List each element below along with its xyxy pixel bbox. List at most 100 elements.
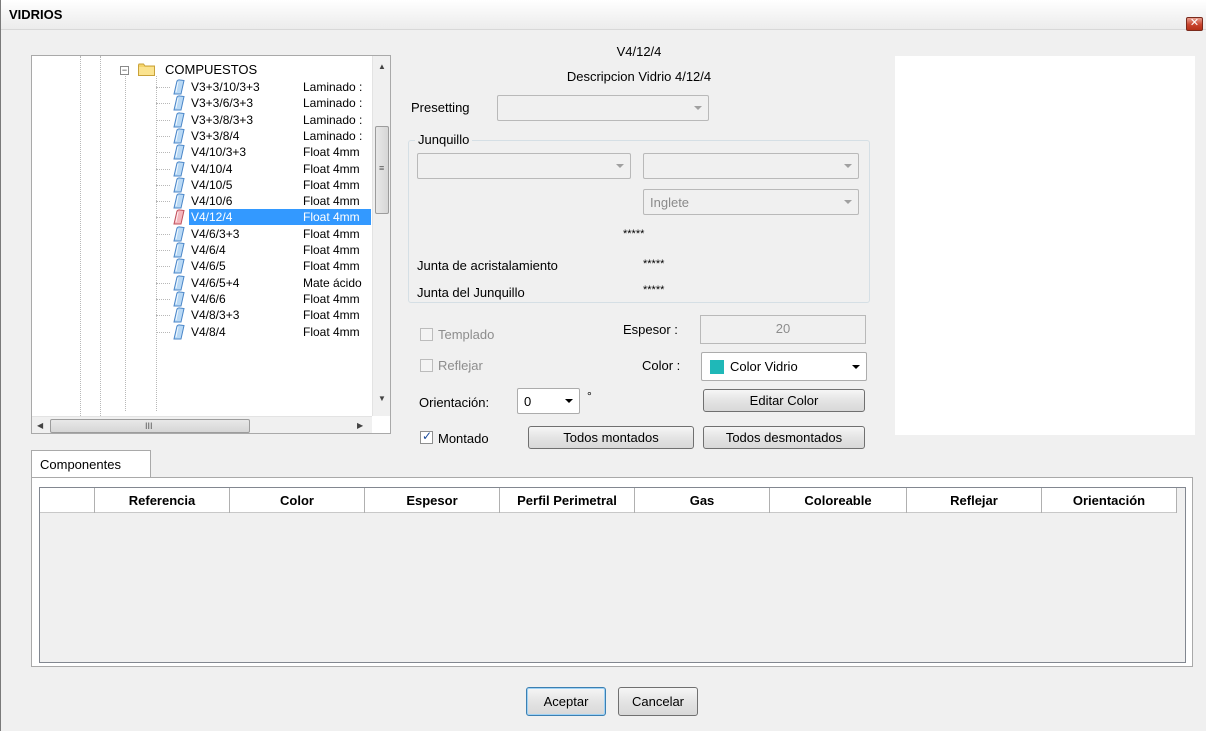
tree-connector bbox=[156, 87, 170, 88]
column-coloreable[interactable]: Coloreable bbox=[770, 488, 907, 513]
glass-pane-icon bbox=[173, 111, 185, 128]
junquillo-profile-select[interactable] bbox=[643, 153, 859, 179]
presetting-select[interactable] bbox=[497, 95, 709, 121]
tree-item[interactable]: V4/6/3+3 Float 4mm bbox=[32, 226, 377, 242]
glass-pane-icon bbox=[173, 144, 185, 160]
tree-item[interactable]: V4/6/5 Float 4mm bbox=[32, 258, 377, 274]
folder-label: COMPUESTOS bbox=[165, 62, 258, 77]
column-reflejar[interactable]: Reflejar bbox=[907, 488, 1042, 513]
chevron-down-icon bbox=[844, 164, 852, 168]
orientacion-label: Orientación: bbox=[419, 395, 490, 410]
todos-montados-button[interactable]: Todos montados bbox=[528, 426, 694, 449]
junta-junquillo-value: ***** bbox=[643, 284, 665, 296]
aceptar-button[interactable]: Aceptar bbox=[526, 687, 606, 716]
tree-connector bbox=[156, 266, 170, 268]
column-perfil-perimetral[interactable]: Perfil Perimetral bbox=[500, 488, 635, 513]
reflejar-checkbox[interactable] bbox=[420, 359, 433, 372]
tab-componentes[interactable]: Componentes bbox=[31, 450, 151, 478]
chevron-down-icon bbox=[852, 365, 860, 369]
tree-item-description: Float 4mm bbox=[303, 259, 360, 274]
color-swatch bbox=[710, 360, 724, 374]
tree-connector bbox=[156, 135, 170, 137]
grip-icon: ≡ bbox=[379, 163, 385, 173]
scroll-down-icon[interactable]: ▼ bbox=[378, 394, 386, 403]
glass-pane-icon bbox=[173, 291, 185, 307]
editar-color-button[interactable]: Editar Color bbox=[703, 389, 865, 412]
scroll-right-icon[interactable]: ▶ bbox=[357, 421, 363, 430]
tree-item[interactable]: V4/6/5+4 Mate ácido bbox=[32, 274, 377, 291]
tree-item[interactable]: V4/6/6 Float 4mm bbox=[32, 291, 377, 307]
tree-item[interactable]: V3+3/8/4 Laminado : bbox=[32, 128, 377, 144]
tree-item[interactable]: V4/10/4 Float 4mm bbox=[32, 160, 377, 177]
scrollbar-thumb[interactable]: ≡ bbox=[375, 126, 389, 214]
tree-connector bbox=[156, 315, 170, 317]
tree-item[interactable]: V3+3/8/3+3 Laminado : bbox=[32, 111, 377, 128]
tree-item[interactable]: V4/10/3+3 Float 4mm bbox=[32, 144, 377, 160]
montado-checkbox[interactable]: ✓ bbox=[420, 429, 433, 444]
tree-connector bbox=[156, 250, 170, 251]
color-value: Color Vidrio bbox=[730, 359, 798, 374]
column-gas[interactable]: Gas bbox=[635, 488, 770, 513]
close-button[interactable]: ✕ bbox=[1186, 17, 1203, 31]
glass-tree[interactable]: − COMPUESTOS V3+3/10/3+3 Laminado : V3+3/6… bbox=[31, 55, 391, 434]
column-color[interactable]: Color bbox=[230, 488, 365, 513]
tree-item-name: V4/6/6 bbox=[191, 291, 226, 306]
presetting-label: Presetting bbox=[411, 100, 470, 115]
tree-item[interactable]: V3+3/10/3+3 Laminado : bbox=[32, 79, 377, 95]
componentes-table[interactable]: Referencia Color Espesor Perfil Perimetr… bbox=[39, 487, 1186, 663]
tree-item-name: V3+3/6/3+3 bbox=[191, 96, 254, 111]
tree-item-description: Float 4mm bbox=[303, 308, 360, 323]
tree-item[interactable]: V4/10/6 Float 4mm bbox=[32, 193, 377, 209]
tree-item-description: Laminado : bbox=[303, 96, 363, 111]
tree-item-description: Float 4mm bbox=[303, 194, 360, 209]
column-referencia[interactable]: Referencia bbox=[95, 488, 230, 513]
glass-pane-icon bbox=[173, 177, 185, 193]
tree-connector bbox=[156, 331, 170, 333]
glass-pane-icon bbox=[173, 323, 185, 339]
tree-item-description: Laminado : bbox=[303, 112, 363, 127]
glass-pane-icon bbox=[173, 242, 185, 258]
espesor-field[interactable]: 20 bbox=[700, 315, 866, 344]
junquillo-stars: ***** bbox=[623, 228, 645, 240]
tree-item[interactable]: V4/12/4 Float 4mm bbox=[32, 209, 377, 226]
tree-item[interactable]: V4/6/4 Float 4mm bbox=[32, 242, 377, 258]
tree-connector bbox=[156, 201, 170, 203]
tree-item-description: Float 4mm bbox=[303, 291, 360, 306]
vidrios-dialog: VIDRIOS ✕ − COMPUESTOS V3+3/10/3+3 Lamina… bbox=[0, 0, 1206, 731]
tree-item[interactable]: V4/8/4 Float 4mm bbox=[32, 323, 377, 340]
folder-icon bbox=[138, 63, 155, 76]
glass-pane-icon bbox=[173, 209, 185, 225]
tree-item-name: V4/10/3+3 bbox=[191, 145, 247, 160]
scrollbar-thumb[interactable]: III bbox=[50, 419, 250, 433]
glass-pane-icon bbox=[173, 79, 185, 95]
tree-connector bbox=[156, 119, 170, 121]
tree-item-name: V4/6/4 bbox=[191, 243, 226, 257]
tree-connector bbox=[156, 298, 170, 300]
cancelar-button[interactable]: Cancelar bbox=[618, 687, 698, 716]
orientacion-select[interactable]: 0 bbox=[517, 388, 580, 414]
tree-item-description: Laminado : bbox=[303, 128, 363, 143]
color-select[interactable]: Color Vidrio bbox=[701, 352, 867, 381]
tree-item[interactable]: V4/8/3+3 Float 4mm bbox=[32, 307, 377, 323]
junta-acristalamiento-label: Junta de acristalamiento bbox=[417, 258, 558, 273]
column-espesor[interactable]: Espesor bbox=[365, 488, 500, 513]
junquillo-title: Junquillo bbox=[415, 132, 473, 147]
color-label: Color : bbox=[642, 358, 681, 373]
chevron-down-icon bbox=[565, 399, 573, 403]
inglete-select[interactable]: Inglete bbox=[643, 189, 859, 215]
scroll-left-icon[interactable]: ◀ bbox=[37, 421, 43, 430]
tree-item[interactable]: V3+3/6/3+3 Laminado : bbox=[32, 95, 377, 111]
junquillo-select[interactable] bbox=[417, 153, 631, 179]
glass-preview bbox=[895, 56, 1195, 435]
tree-horizontal-scrollbar[interactable]: ◀ III ▶ bbox=[32, 416, 372, 433]
checkmark-icon: ✓ bbox=[422, 429, 433, 443]
tree-vertical-scrollbar[interactable]: ▲ ≡ ▼ bbox=[372, 56, 390, 416]
todos-desmontados-button[interactable]: Todos desmontados bbox=[703, 426, 865, 449]
tree-item[interactable]: V4/10/5 Float 4mm bbox=[32, 177, 377, 193]
scroll-up-icon[interactable]: ▲ bbox=[378, 62, 386, 71]
tree-item-name: V4/10/4 bbox=[191, 161, 233, 176]
collapse-icon[interactable]: − bbox=[120, 66, 129, 75]
tree-connector bbox=[156, 217, 170, 219]
templado-checkbox[interactable] bbox=[420, 328, 433, 341]
column-orientacion[interactable]: Orientación bbox=[1042, 488, 1177, 513]
